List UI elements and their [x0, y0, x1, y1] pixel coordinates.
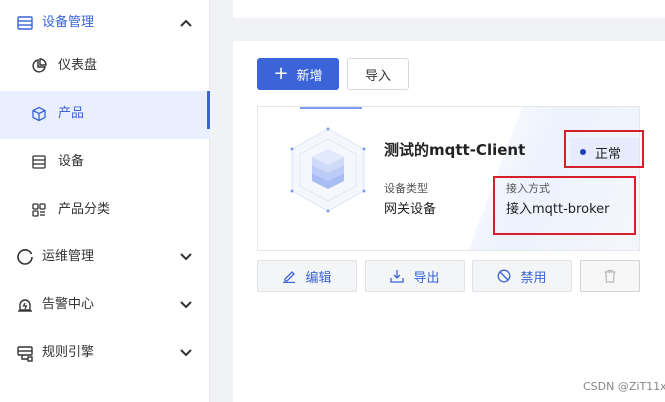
- watermark: CSDN @ZiT11x: [583, 380, 665, 393]
- sidebar-item-product[interactable]: 产品: [0, 91, 210, 139]
- plus-icon: +: [273, 63, 289, 84]
- chevron-up-icon: [178, 14, 194, 32]
- edit-icon: [283, 271, 296, 283]
- edit-button-label: 编辑: [305, 270, 332, 286]
- list-icon: [32, 155, 46, 169]
- edit-button[interactable]: 编辑: [257, 260, 357, 292]
- cube-icon: [32, 106, 46, 122]
- chevron-down-icon: [178, 248, 194, 266]
- import-button-label: 导入: [364, 68, 391, 84]
- ban-icon: [498, 269, 511, 283]
- import-button[interactable]: 导入: [347, 58, 409, 90]
- disable-button-label: 禁用: [520, 270, 547, 286]
- card-accent-line: [300, 107, 362, 109]
- menu-group-label: 规则引擎: [42, 345, 95, 360]
- rule-engine-icon: [17, 346, 33, 362]
- menu-group-device-management[interactable]: 设备管理: [0, 0, 210, 48]
- download-icon: [390, 270, 405, 283]
- category-icon: [32, 203, 46, 217]
- top-panel: [233, 0, 665, 18]
- sidebar-item-device[interactable]: 设备: [0, 139, 210, 187]
- sidebar: 设备管理 仪表盘 产品 设备 产品分类 运维管理 告警中心 规则引擎: [0, 0, 210, 402]
- access-method-highlight-box: [493, 176, 636, 235]
- menu-group-label: 运维管理: [42, 249, 95, 264]
- menu-group-alarm-center[interactable]: 告警中心: [0, 282, 210, 330]
- menu-group-rule-engine[interactable]: 规则引擎: [0, 330, 210, 378]
- add-button-label: 新增: [296, 68, 323, 84]
- sidebar-item-label: 产品: [58, 106, 85, 121]
- menu-group-operations[interactable]: 运维管理: [0, 234, 210, 282]
- menu-group-label: 设备管理: [42, 15, 95, 30]
- device-manage-icon: [17, 16, 33, 30]
- alarm-icon: [18, 299, 32, 312]
- sidebar-item-label: 设备: [58, 154, 85, 169]
- disable-button[interactable]: 禁用: [472, 260, 572, 292]
- delete-button[interactable]: [580, 260, 640, 292]
- trash-icon: [604, 269, 616, 283]
- device-type-label: 设备类型: [384, 182, 428, 195]
- product-name: 测试的mqtt-Client: [384, 141, 526, 159]
- pie-chart-icon: [32, 58, 47, 73]
- export-button-label: 导出: [413, 270, 440, 286]
- chevron-down-icon: [178, 296, 194, 314]
- device-type-value: 网关设备: [384, 202, 437, 217]
- ops-icon: [17, 249, 33, 265]
- menu-group-label: 告警中心: [42, 297, 95, 312]
- sidebar-item-label: 产品分类: [58, 202, 111, 217]
- add-button[interactable]: + 新增: [257, 58, 339, 90]
- sidebar-item-dashboard[interactable]: 仪表盘: [0, 43, 210, 91]
- product-device-icon: [290, 127, 366, 213]
- sidebar-item-product-category[interactable]: 产品分类: [0, 187, 210, 235]
- status-highlight-box: [564, 130, 644, 168]
- export-button[interactable]: 导出: [365, 260, 465, 292]
- chevron-down-icon: [178, 344, 194, 362]
- sidebar-item-label: 仪表盘: [58, 58, 98, 73]
